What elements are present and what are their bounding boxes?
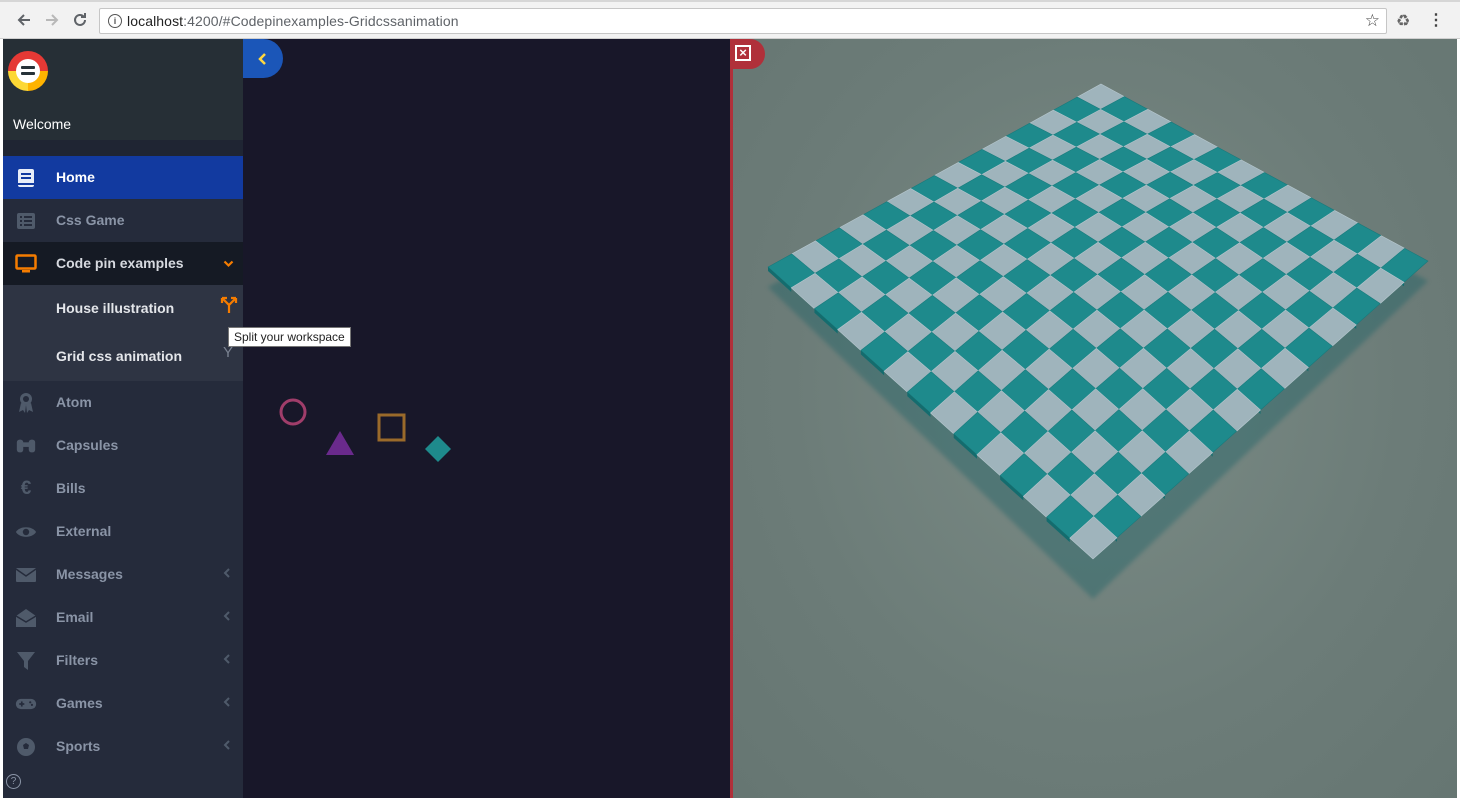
- envelope-open-icon: [15, 607, 37, 629]
- sidebar-item-label: Home: [56, 169, 95, 185]
- sidebar-item-messages[interactable]: Messages: [3, 553, 243, 596]
- soccer-ball-icon: [15, 736, 37, 758]
- euro-icon: €: [20, 478, 32, 499]
- arrow-left-icon: [17, 14, 30, 26]
- browser-toolbar: i localhost:4200/#Codepinexamples-Gridcs…: [0, 2, 1460, 39]
- recycle-icon[interactable]: ♻: [1396, 11, 1410, 31]
- sidebar-item-label: Capsules: [56, 437, 119, 453]
- filter-icon: [15, 650, 37, 672]
- sidebar-item-external[interactable]: External: [3, 510, 243, 553]
- sidebar-item-bills[interactable]: € Bills: [3, 467, 243, 510]
- sidebar-item-sports[interactable]: Sports: [3, 725, 243, 768]
- chevron-left-icon: [220, 652, 234, 669]
- shapes-loader: [279, 398, 451, 462]
- sidebar-item-label: Code pin examples: [56, 255, 184, 271]
- split-workspace-icon[interactable]: [219, 295, 239, 315]
- sidebar-item-email[interactable]: Email: [3, 596, 243, 639]
- award-icon: [15, 392, 37, 414]
- chevron-left-icon: [220, 695, 234, 712]
- sidebar-item-label: Atom: [56, 394, 92, 410]
- circle-shape: [279, 398, 307, 426]
- list-icon: [15, 210, 37, 232]
- monitor-icon: [15, 253, 37, 275]
- square-shape: [377, 413, 406, 442]
- url-host: localhost: [127, 13, 184, 29]
- chevron-left-icon: [258, 52, 266, 65]
- subitem-label: Grid css animation: [56, 348, 183, 364]
- gamepad-icon: [15, 693, 37, 715]
- sidebar-subitem-house-illustration[interactable]: House illustration: [3, 285, 243, 333]
- chevron-down-icon: [219, 257, 236, 271]
- sidebar-item-label: Filters: [56, 652, 99, 668]
- sidebar-item-label: Messages: [56, 566, 123, 582]
- forward-button[interactable]: [42, 10, 62, 30]
- diamond-shape: [425, 436, 451, 462]
- sidebar-item-label: Sports: [56, 738, 101, 754]
- close-panel-button[interactable]: ×: [730, 39, 765, 69]
- brand-header: Welcome: [3, 39, 243, 140]
- book-icon: [15, 167, 37, 189]
- sidebar-menu: Home Css Game Code pin examples House il…: [3, 156, 243, 768]
- chevron-left-icon: [220, 609, 234, 626]
- sidebar-item-label: External: [56, 523, 112, 539]
- star-icon[interactable]: ☆: [1365, 11, 1380, 31]
- info-icon[interactable]: i: [108, 14, 122, 28]
- app-page: Welcome Home Css Game Code pin examples …: [3, 39, 1457, 798]
- triangle-shape: [326, 431, 354, 455]
- help-icon[interactable]: ?: [6, 774, 21, 789]
- sidebar-item-label: Email: [56, 609, 94, 625]
- sidebar-item-label: Bills: [56, 480, 86, 496]
- back-button[interactable]: [14, 10, 34, 30]
- chevron-left-icon: [220, 566, 234, 583]
- sidebar-item-css-game[interactable]: Css Game: [3, 199, 243, 242]
- sidebar-item-label: Games: [56, 695, 103, 711]
- reload-button[interactable]: [70, 10, 90, 30]
- sidebar-item-filters[interactable]: Filters: [3, 639, 243, 682]
- submenu-code-pin-examples: House illustration Grid css animation Y: [3, 285, 243, 381]
- more-menu-icon[interactable]: ⋮: [1428, 10, 1444, 30]
- logo-icon[interactable]: [8, 51, 48, 91]
- arrow-right-icon: [46, 14, 59, 26]
- sidebar: Welcome Home Css Game Code pin examples …: [3, 39, 243, 798]
- grid-animation-panel: [730, 39, 1457, 798]
- eye-icon: [15, 521, 37, 543]
- address-bar[interactable]: i localhost:4200/#Codepinexamples-Gridcs…: [99, 8, 1387, 34]
- binoculars-icon: [15, 435, 37, 457]
- close-icon: ×: [735, 45, 751, 61]
- reload-icon: [74, 13, 86, 26]
- envelope-icon: [15, 564, 37, 586]
- isometric-tile-grid: [767, 83, 1429, 599]
- sidebar-item-games[interactable]: Games: [3, 682, 243, 725]
- chevron-left-icon: [220, 738, 234, 755]
- sidebar-subitem-grid-css-animation[interactable]: Grid css animation Y: [3, 333, 243, 381]
- subitem-label: House illustration: [56, 300, 175, 316]
- sidebar-item-code-pin-examples[interactable]: Code pin examples: [3, 242, 243, 285]
- collapse-sidebar-button[interactable]: [243, 39, 283, 78]
- welcome-text: Welcome: [13, 116, 72, 132]
- split-workspace-tooltip: Split your workspace: [228, 327, 351, 347]
- sidebar-item-capsules[interactable]: Capsules: [3, 424, 243, 467]
- url-text: localhost:4200/#Codepinexamples-Gridcssa…: [127, 13, 459, 29]
- url-path: :4200/#Codepinexamples-Gridcssanimation: [183, 13, 459, 29]
- sidebar-item-home[interactable]: Home: [3, 156, 243, 199]
- sidebar-item-atom[interactable]: Atom: [3, 381, 243, 424]
- sidebar-item-label: Css Game: [56, 212, 125, 228]
